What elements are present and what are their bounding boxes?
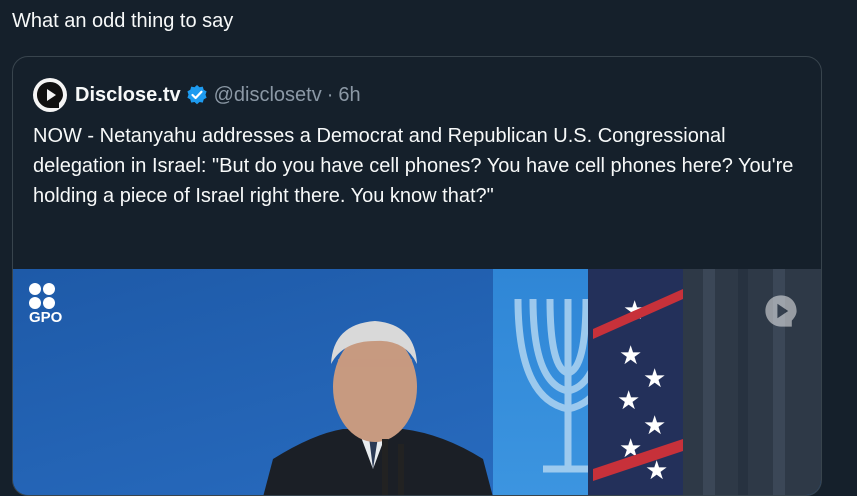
gpo-logo: GPO	[29, 283, 62, 326]
quoted-post-card[interactable]: Disclose.tv @disclosetv · 6h NOW - Netan…	[12, 56, 822, 496]
disclose-logo-icon	[37, 82, 63, 108]
display-name[interactable]: Disclose.tv	[75, 84, 181, 107]
avatar[interactable]	[33, 78, 67, 112]
handle[interactable]: @disclosetv	[214, 84, 322, 107]
quoted-post-header: Disclose.tv @disclosetv · 6h	[33, 77, 361, 113]
separator-dot: ·	[326, 83, 334, 106]
video-media[interactable]: ★ ★ ★ ★ ★ ★ ★	[13, 269, 821, 495]
svg-text:★: ★	[643, 364, 666, 394]
video-frame-image: ★ ★ ★ ★ ★ ★ ★	[13, 269, 821, 495]
verified-badge-icon	[186, 84, 208, 106]
gpo-dots-icon	[29, 283, 59, 309]
gpo-logo-text: GPO	[29, 309, 63, 326]
svg-text:★: ★	[643, 411, 666, 441]
quoted-post-body: NOW - Netanyahu addresses a Democrat and…	[33, 125, 794, 207]
timestamp[interactable]: 6h	[338, 84, 360, 107]
svg-text:★: ★	[619, 341, 642, 371]
post-text: What an odd thing to say	[12, 10, 234, 32]
disclose-watermark-icon	[765, 295, 797, 327]
svg-text:★: ★	[617, 386, 640, 416]
